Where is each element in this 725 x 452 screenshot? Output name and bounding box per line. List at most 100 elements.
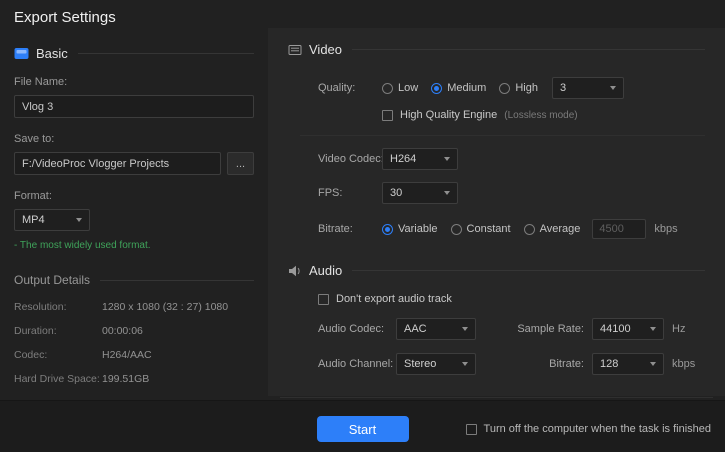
format-label: Format: — [14, 190, 254, 202]
bitrate-radio-variable[interactable]: Variable — [382, 223, 438, 235]
audio-bitrate-dropdown[interactable]: 128 — [592, 353, 664, 375]
sample-rate-value: 44100 — [600, 323, 631, 335]
audio-bitrate-value: 128 — [600, 358, 618, 370]
audio-codec-label: Audio Codec: — [318, 323, 396, 335]
basic-icon — [14, 47, 29, 60]
quality-level-dropdown[interactable]: 3 — [552, 77, 624, 99]
shutdown-option[interactable]: Turn off the computer when the task is f… — [466, 423, 711, 435]
output-details-list: Resolution: 1280 x 1080 (32 : 27) 1080 D… — [14, 301, 254, 385]
sample-rate-label: Sample Rate: — [496, 323, 584, 335]
no-audio-checkbox[interactable] — [318, 294, 329, 305]
bitrate-input[interactable] — [592, 219, 646, 239]
chevron-down-icon — [650, 327, 656, 331]
shutdown-checkbox[interactable] — [466, 424, 477, 435]
video-section-header: Video — [288, 42, 705, 57]
radio-circle — [382, 224, 393, 235]
audio-codec-value: AAC — [404, 323, 427, 335]
bitrate-unit: kbps — [654, 223, 677, 235]
audio-channel-dropdown[interactable]: Stereo — [396, 353, 476, 375]
quality-level-value: 3 — [560, 82, 566, 94]
high-quality-engine-hint: (Lossless mode) — [504, 110, 577, 121]
audio-channel-row: Audio Channel: Stereo Bitrate: 128 kbps — [318, 353, 705, 375]
start-button[interactable]: Start — [317, 416, 409, 442]
audio-bitrate-label: Bitrate: — [496, 358, 584, 370]
radio-circle — [431, 83, 442, 94]
radio-circle — [382, 83, 393, 94]
chevron-down-icon — [650, 362, 656, 366]
no-audio-label: Don't export audio track — [336, 293, 452, 305]
video-codec-dropdown[interactable]: H264 — [382, 148, 458, 170]
file-name-label: File Name: — [14, 76, 254, 88]
export-settings-dialog: Export Settings Basic File Name: Save to… — [0, 0, 725, 452]
detail-label: Duration: — [14, 325, 102, 337]
radio-label: Average — [540, 223, 581, 235]
browse-button[interactable]: ... — [227, 152, 254, 175]
high-quality-engine-label: High Quality Engine — [400, 109, 497, 121]
audio-codec-dropdown[interactable]: AAC — [396, 318, 476, 340]
divider — [352, 270, 705, 271]
detail-label: Resolution: — [14, 301, 102, 313]
audio-icon — [288, 265, 302, 277]
quality-radio-low[interactable]: Low — [382, 82, 418, 94]
detail-label: Codec: — [14, 349, 102, 361]
divider — [300, 135, 705, 136]
detail-label: Hard Drive Space: — [14, 373, 102, 385]
radio-label: High — [515, 82, 538, 94]
radio-label: Constant — [467, 223, 511, 235]
fps-dropdown[interactable]: 30 — [382, 182, 458, 204]
save-to-label: Save to: — [14, 133, 254, 145]
detail-value: 1280 x 1080 (32 : 27) 1080 — [102, 301, 228, 313]
audio-section-body: Don't export audio track Audio Codec: AA… — [288, 293, 705, 375]
fps-value: 30 — [390, 187, 402, 199]
divider — [78, 53, 254, 54]
radio-circle — [451, 224, 462, 235]
file-name-input[interactable] — [14, 95, 254, 118]
detail-value: 199.51GB — [102, 373, 149, 385]
footer-bar: Start Turn off the computer when the tas… — [0, 400, 725, 452]
detail-row-hard-drive-space: Hard Drive Space: 199.51GB — [14, 373, 254, 385]
basic-section-label: Basic — [36, 46, 68, 61]
quality-label: Quality: — [318, 82, 382, 94]
fps-row: FPS: 30 — [318, 182, 705, 204]
sample-rate-unit: Hz — [672, 323, 685, 335]
audio-section-header: Audio — [288, 263, 705, 278]
audio-codec-row: Audio Codec: AAC Sample Rate: 44100 Hz — [318, 318, 705, 340]
audio-section-label: Audio — [309, 263, 342, 278]
radio-label: Medium — [447, 82, 486, 94]
detail-row-resolution: Resolution: 1280 x 1080 (32 : 27) 1080 — [14, 301, 254, 313]
chevron-down-icon — [610, 86, 616, 90]
video-codec-label: Video Codec: — [318, 153, 382, 165]
chevron-down-icon — [76, 218, 82, 222]
high-quality-engine-checkbox[interactable] — [382, 110, 393, 121]
bitrate-radio-constant[interactable]: Constant — [451, 223, 511, 235]
save-to-field: Save to: ... — [14, 133, 254, 175]
audio-channel-value: Stereo — [404, 358, 436, 370]
high-quality-engine-row: High Quality Engine (Lossless mode) — [382, 109, 705, 121]
basic-panel: Basic File Name: Save to: ... Format: MP… — [14, 46, 254, 397]
format-dropdown[interactable]: MP4 — [14, 209, 90, 231]
chevron-down-icon — [444, 191, 450, 195]
radio-label: Variable — [398, 223, 438, 235]
radio-label: Low — [398, 82, 418, 94]
video-codec-row: Video Codec: H264 — [318, 148, 705, 170]
audio-channel-label: Audio Channel: — [318, 358, 396, 370]
format-hint: - The most widely used format. — [14, 240, 254, 251]
bitrate-row: Bitrate: Variable Constant Average — [318, 219, 705, 239]
save-to-input[interactable] — [14, 152, 221, 175]
bitrate-label: Bitrate: — [318, 223, 382, 235]
format-field: Format: MP4 - The most widely used forma… — [14, 190, 254, 251]
bitrate-radio-average[interactable]: Average — [524, 223, 581, 235]
radio-circle — [499, 83, 510, 94]
sample-rate-dropdown[interactable]: 44100 — [592, 318, 664, 340]
detail-row-duration: Duration: 00:00:06 — [14, 325, 254, 337]
quality-radio-medium[interactable]: Medium — [431, 82, 486, 94]
quality-row: Quality: Low Medium High — [318, 77, 705, 99]
file-name-field: File Name: — [14, 76, 254, 118]
output-details-header: Output Details — [14, 273, 254, 287]
settings-panel: Video Quality: Low Medium Hi — [268, 28, 725, 396]
detail-row-codec: Codec: H264/AAC — [14, 349, 254, 361]
divider — [100, 280, 254, 281]
quality-radio-high[interactable]: High — [499, 82, 538, 94]
format-value: MP4 — [22, 214, 45, 226]
audio-bitrate-unit: kbps — [672, 358, 695, 370]
